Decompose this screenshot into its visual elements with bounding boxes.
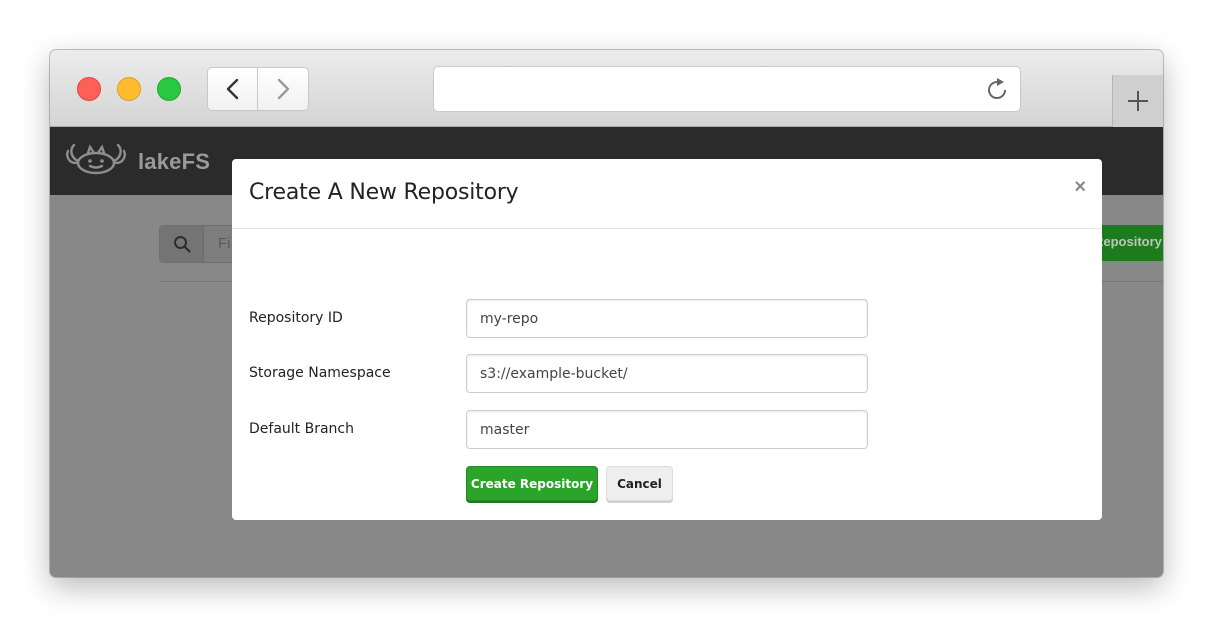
create-repository-modal: Create A New Repository × Repository ID … [232, 159, 1102, 520]
modal-title: Create A New Repository [249, 180, 519, 205]
create-repository-button[interactable]: Create Repository [466, 466, 598, 501]
new-tab-button[interactable] [1112, 75, 1163, 127]
brand-name[interactable]: lakeFS [138, 149, 210, 175]
repository-id-input[interactable] [466, 299, 868, 338]
address-bar[interactable] [433, 66, 1021, 112]
modal-header: Create A New Repository × [232, 159, 1102, 229]
search-icon [173, 236, 191, 253]
lakefs-axolotl-logo[interactable] [66, 141, 126, 177]
close-window-button[interactable] [77, 77, 101, 101]
cancel-button[interactable]: Cancel [606, 466, 673, 501]
plus-icon [1128, 91, 1148, 111]
reload-icon[interactable] [984, 77, 1010, 103]
storage-namespace-label: Storage Namespace [249, 365, 391, 381]
default-branch-input[interactable] [466, 410, 868, 449]
browser-toolbar [50, 50, 1163, 127]
close-icon[interactable]: × [1074, 175, 1086, 199]
forward-button[interactable] [258, 67, 309, 111]
repository-id-label: Repository ID [249, 310, 343, 326]
chevron-left-icon [226, 78, 238, 100]
default-branch-label: Default Branch [249, 421, 354, 437]
create-repository-button-bg-label: Repository [1094, 234, 1162, 249]
zoom-window-button[interactable] [157, 77, 181, 101]
chevron-right-icon [277, 78, 290, 100]
storage-namespace-input[interactable] [466, 354, 868, 393]
search-placeholder: Fi [218, 235, 231, 252]
repository-id-row: Repository ID [249, 299, 869, 339]
minimize-window-button[interactable] [117, 77, 141, 101]
default-branch-row: Default Branch [249, 410, 869, 450]
back-button[interactable] [207, 67, 258, 111]
storage-namespace-row: Storage Namespace [249, 354, 869, 394]
search-addon [160, 226, 204, 262]
